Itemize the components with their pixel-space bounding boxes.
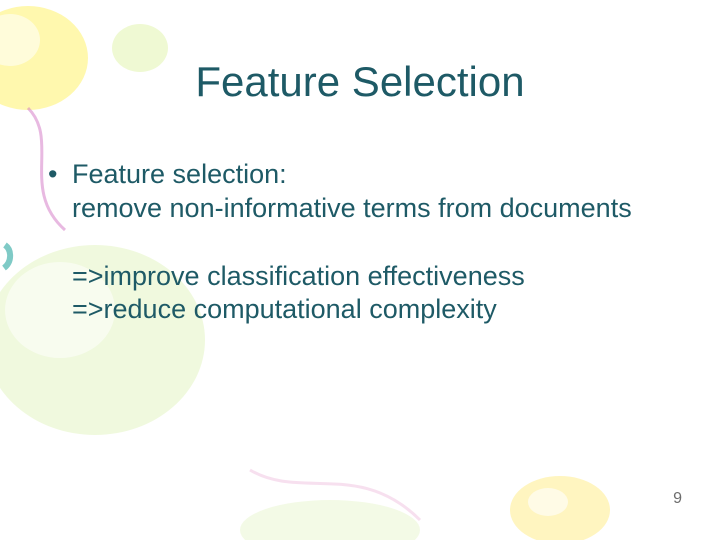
goal-line-1: =>improve classification effectiveness: [72, 260, 660, 294]
slide-body: • Feature selection: remove non-informat…: [48, 158, 660, 327]
bullet-detail: remove non-informative terms from docume…: [72, 192, 660, 226]
slide: Feature Selection • Feature selection: r…: [0, 0, 720, 540]
bullet-marker: •: [48, 158, 72, 192]
bullet-lead: Feature selection:: [72, 158, 660, 192]
page-number: 9: [673, 490, 682, 508]
goal-line-2: =>reduce computational complexity: [72, 293, 660, 327]
slide-title: Feature Selection: [0, 58, 720, 106]
bullet-item: • Feature selection:: [48, 158, 660, 192]
